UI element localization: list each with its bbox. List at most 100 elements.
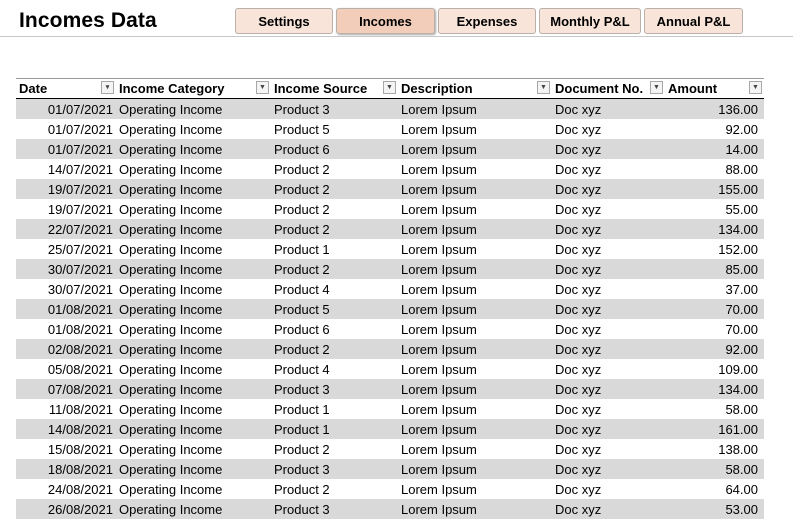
cell-income-category[interactable]: Operating Income	[116, 259, 271, 279]
cell-amount[interactable]: 88.00	[665, 159, 764, 179]
tab-monthly-pl[interactable]: Monthly P&L	[539, 8, 641, 34]
cell-description[interactable]: Lorem Ipsum	[398, 259, 552, 279]
cell-document-no[interactable]: Doc xyz	[552, 139, 665, 159]
cell-income-category[interactable]: Operating Income	[116, 199, 271, 219]
cell-document-no[interactable]: Doc xyz	[552, 379, 665, 399]
table-row[interactable]: 14/08/2021 Operating Income Product 1 Lorem…	[16, 419, 764, 439]
table-row[interactable]: 19/07/2021 Operating Income Product 2 Lorem…	[16, 199, 764, 219]
cell-description[interactable]: Lorem Ipsum	[398, 98, 552, 119]
cell-income-category[interactable]: Operating Income	[116, 279, 271, 299]
cell-income-source[interactable]: Product 1	[271, 239, 398, 259]
table-row[interactable]: 30/07/2021 Operating Income Product 4 Lorem…	[16, 279, 764, 299]
cell-document-no[interactable]: Doc xyz	[552, 199, 665, 219]
cell-date[interactable]: 01/07/2021	[16, 139, 116, 159]
cell-amount[interactable]: 155.00	[665, 179, 764, 199]
cell-income-source[interactable]: Product 6	[271, 139, 398, 159]
cell-amount[interactable]: 109.00	[665, 359, 764, 379]
cell-income-category[interactable]: Operating Income	[116, 339, 271, 359]
cell-description[interactable]: Lorem Ipsum	[398, 299, 552, 319]
cell-income-category[interactable]: Operating Income	[116, 359, 271, 379]
filter-dropdown-icon[interactable]: ▼	[650, 81, 663, 94]
cell-date[interactable]: 07/08/2021	[16, 379, 116, 399]
cell-income-source[interactable]: Product 5	[271, 299, 398, 319]
cell-description[interactable]: Lorem Ipsum	[398, 499, 552, 519]
tab-expenses[interactable]: Expenses	[438, 8, 536, 34]
cell-date[interactable]: 24/08/2021	[16, 479, 116, 499]
table-row[interactable]: 19/07/2021 Operating Income Product 2 Lorem…	[16, 179, 764, 199]
cell-document-no[interactable]: Doc xyz	[552, 479, 665, 499]
table-row[interactable]: 30/07/2021 Operating Income Product 2 Lorem…	[16, 259, 764, 279]
cell-amount[interactable]: 152.00	[665, 239, 764, 259]
cell-amount[interactable]: 85.00	[665, 259, 764, 279]
cell-income-source[interactable]: Product 3	[271, 459, 398, 479]
table-row[interactable]: 05/08/2021 Operating Income Product 4 Lorem…	[16, 359, 764, 379]
table-row[interactable]: 18/08/2021 Operating Income Product 3 Lorem…	[16, 459, 764, 479]
cell-document-no[interactable]: Doc xyz	[552, 339, 665, 359]
cell-amount[interactable]: 92.00	[665, 339, 764, 359]
cell-income-category[interactable]: Operating Income	[116, 299, 271, 319]
tab-incomes[interactable]: Incomes	[336, 8, 435, 34]
cell-document-no[interactable]: Doc xyz	[552, 399, 665, 419]
column-header-date[interactable]: Date ▾	[16, 78, 116, 99]
table-row[interactable]: 01/08/2021 Operating Income Product 5 Lorem…	[16, 299, 764, 319]
cell-date[interactable]: 14/08/2021	[16, 419, 116, 439]
cell-income-source[interactable]: Product 6	[271, 319, 398, 339]
cell-income-category[interactable]: Operating Income	[116, 159, 271, 179]
cell-document-no[interactable]: Doc xyz	[552, 159, 665, 179]
tab-annual-pl[interactable]: Annual P&L	[644, 8, 743, 34]
cell-date[interactable]: 14/07/2021	[16, 159, 116, 179]
cell-income-category[interactable]: Operating Income	[116, 419, 271, 439]
cell-amount[interactable]: 37.00	[665, 279, 764, 299]
cell-description[interactable]: Lorem Ipsum	[398, 179, 552, 199]
cell-amount[interactable]: 55.00	[665, 199, 764, 219]
table-row[interactable]: 22/07/2021 Operating Income Product 2 Lorem…	[16, 219, 764, 239]
cell-income-source[interactable]: Product 2	[271, 479, 398, 499]
cell-date[interactable]: 02/08/2021	[16, 339, 116, 359]
cell-income-category[interactable]: Operating Income	[116, 319, 271, 339]
cell-document-no[interactable]: Doc xyz	[552, 359, 665, 379]
cell-amount[interactable]: 64.00	[665, 479, 764, 499]
cell-income-category[interactable]: Operating Income	[116, 479, 271, 499]
tab-settings[interactable]: Settings	[235, 8, 333, 34]
table-row[interactable]: 01/07/2021 Operating Income Product 5 Lorem…	[16, 119, 764, 139]
filter-dropdown-icon[interactable]: ▼	[256, 81, 269, 94]
cell-income-category[interactable]: Operating Income	[116, 439, 271, 459]
cell-description[interactable]: Lorem Ipsum	[398, 219, 552, 239]
cell-income-category[interactable]: Operating Income	[116, 179, 271, 199]
cell-income-source[interactable]: Product 2	[271, 199, 398, 219]
cell-income-category[interactable]: Operating Income	[116, 459, 271, 479]
cell-document-no[interactable]: Doc xyz	[552, 419, 665, 439]
table-row[interactable]: 25/07/2021 Operating Income Product 1 Lorem…	[16, 239, 764, 259]
cell-income-source[interactable]: Product 3	[271, 379, 398, 399]
cell-description[interactable]: Lorem Ipsum	[398, 239, 552, 259]
table-row[interactable]: 01/07/2021 Operating Income Product 6 Lorem…	[16, 139, 764, 159]
cell-income-source[interactable]: Product 2	[271, 259, 398, 279]
cell-income-source[interactable]: Product 2	[271, 219, 398, 239]
cell-description[interactable]: Lorem Ipsum	[398, 279, 552, 299]
cell-description[interactable]: Lorem Ipsum	[398, 339, 552, 359]
cell-date[interactable]: 01/08/2021	[16, 319, 116, 339]
cell-amount[interactable]: 58.00	[665, 459, 764, 479]
cell-amount[interactable]: 134.00	[665, 219, 764, 239]
cell-income-source[interactable]: Product 4	[271, 279, 398, 299]
cell-document-no[interactable]: Doc xyz	[552, 179, 665, 199]
table-row[interactable]: 15/08/2021 Operating Income Product 2 Lorem…	[16, 439, 764, 459]
cell-document-no[interactable]: Doc xyz	[552, 279, 665, 299]
cell-document-no[interactable]: Doc xyz	[552, 119, 665, 139]
cell-date[interactable]: 01/07/2021	[16, 119, 116, 139]
cell-date[interactable]: 01/08/2021	[16, 299, 116, 319]
cell-income-category[interactable]: Operating Income	[116, 98, 271, 119]
cell-description[interactable]: Lorem Ipsum	[398, 399, 552, 419]
cell-amount[interactable]: 92.00	[665, 119, 764, 139]
cell-date[interactable]: 19/07/2021	[16, 199, 116, 219]
table-row[interactable]: 24/08/2021 Operating Income Product 2 Lorem…	[16, 479, 764, 499]
cell-description[interactable]: Lorem Ipsum	[398, 439, 552, 459]
cell-description[interactable]: Lorem Ipsum	[398, 359, 552, 379]
table-row[interactable]: 11/08/2021 Operating Income Product 1 Lorem…	[16, 399, 764, 419]
cell-income-source[interactable]: Product 3	[271, 499, 398, 519]
cell-description[interactable]: Lorem Ipsum	[398, 379, 552, 399]
cell-amount[interactable]: 14.00	[665, 139, 764, 159]
cell-income-category[interactable]: Operating Income	[116, 379, 271, 399]
cell-document-no[interactable]: Doc xyz	[552, 459, 665, 479]
cell-document-no[interactable]: Doc xyz	[552, 319, 665, 339]
